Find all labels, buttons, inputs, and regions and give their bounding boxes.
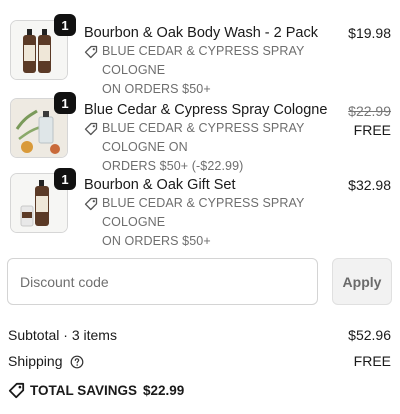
line-price: FREE	[353, 122, 391, 138]
quantity-badge: 1	[54, 14, 76, 36]
discount-line: BLUE CEDAR & CYPRESS SPRAY COLOGNE	[102, 44, 305, 77]
original-price: $22.99	[348, 103, 391, 119]
apply-button[interactable]: Apply	[332, 258, 392, 305]
cart-line-item: 1 Bourbon & Oak Gift Set BLUE CEDAR & CY…	[0, 166, 400, 248]
line-price: $19.98	[348, 25, 391, 41]
cart-line-item: 1 Bourbon & Oak Body Wash - 2 Pack BLUE …	[0, 14, 400, 96]
product-name: Bourbon & Oak Gift Set	[84, 177, 236, 193]
shipping-value: FREE	[353, 353, 391, 369]
tag-icon	[8, 382, 25, 399]
discount-line: BLUE CEDAR & CYPRESS SPRAY COLOGNE ON	[102, 121, 305, 154]
discount-line: BLUE CEDAR & CYPRESS SPRAY COLOGNE	[102, 196, 305, 229]
discount-line: ON ORDERS $50+	[102, 234, 211, 248]
subtotal-value: $52.96	[348, 327, 391, 343]
savings-value: $22.99	[143, 383, 185, 398]
subtotal-label: Subtotal · 3 items	[8, 327, 117, 343]
discount-code-input[interactable]	[7, 258, 318, 305]
tag-icon	[84, 122, 98, 136]
quantity-badge: 1	[54, 92, 76, 114]
savings-label: TOTAL SAVINGS	[30, 383, 138, 398]
discount-label: BLUE CEDAR & CYPRESS SPRAY COLOGNE ON OR…	[84, 42, 344, 99]
product-name: Bourbon & Oak Body Wash - 2 Pack	[84, 25, 318, 41]
product-name: Blue Cedar & Cypress Spray Cologne	[84, 102, 328, 118]
line-price: $32.98	[348, 177, 391, 193]
quantity-badge: 1	[54, 168, 76, 190]
shipping-row-label: Shipping	[8, 353, 84, 369]
cart-line-item: 1 Blue Cedar & Cypress Spray Cologne BLU…	[0, 92, 400, 173]
tag-icon	[84, 45, 98, 59]
help-circle-icon[interactable]	[70, 355, 84, 369]
discount-label: BLUE CEDAR & CYPRESS SPRAY COLOGNE ON OR…	[84, 194, 344, 251]
shipping-label: Shipping	[8, 353, 63, 369]
total-savings: TOTAL SAVINGS $22.99	[8, 382, 184, 399]
tag-icon	[84, 197, 98, 211]
